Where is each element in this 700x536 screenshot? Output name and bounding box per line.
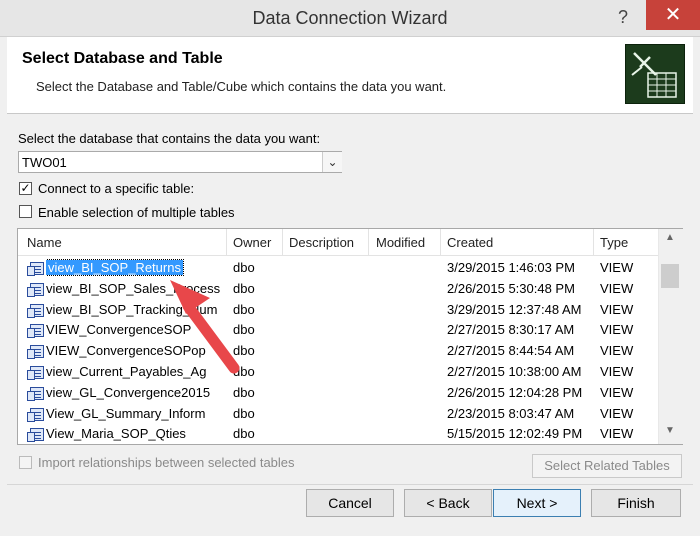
table-cell-type: VIEW: [600, 260, 634, 275]
data-connection-icon: [625, 44, 685, 104]
table-cell-created: 2/26/2015 12:04:28 PM: [447, 385, 583, 400]
table-cell-description: [289, 383, 367, 403]
database-dropdown-value: TWO01: [22, 155, 67, 170]
table-cell-modified: [376, 300, 440, 320]
table-cell-description: [289, 404, 367, 424]
table-cell-type: VIEW: [600, 385, 634, 400]
table-cell-type: VIEW: [600, 343, 634, 358]
database-label-text: Select the database that contains the da…: [18, 131, 321, 146]
table-cell-description: [289, 424, 367, 444]
column-header-created[interactable]: Created: [447, 235, 493, 250]
table-cell-description: [289, 362, 367, 382]
table-cell-owner: dbo: [233, 426, 255, 441]
table-cell-description: [289, 300, 367, 320]
table-view-icon: [27, 283, 44, 297]
table-cell-modified: [376, 362, 440, 382]
table-view-icon: [27, 345, 44, 359]
column-header-type[interactable]: Type: [600, 235, 628, 250]
red-arrow-icon: [170, 280, 240, 374]
table-cell-owner: dbo: [233, 406, 255, 421]
table-cell-description: [289, 320, 367, 340]
table-view-icon: [27, 387, 44, 401]
table-cell-name-text: View_GL_Summary_Inform: [46, 406, 206, 421]
finish-button[interactable]: Finish: [591, 489, 681, 517]
column-divider[interactable]: [440, 229, 441, 255]
table-cell-name[interactable]: View_Maria_SOP_Qties: [46, 424, 222, 444]
header-subtitle: Select the Database and Table/Cube which…: [36, 79, 447, 94]
table-cell-name[interactable]: View_GL_Summary_Inform: [46, 404, 222, 424]
column-header-name[interactable]: Name: [27, 235, 62, 250]
table-cell-modified: [376, 279, 440, 299]
window-title: Data Connection Wizard: [252, 8, 448, 28]
table-cell-name-text: View_Maria_SOP_Qties: [46, 426, 186, 441]
back-button[interactable]: < Back: [404, 489, 492, 517]
enable-multiple-tables-checkbox[interactable]: [19, 205, 32, 218]
table-cell-created: 2/27/2015 8:44:54 AM: [447, 343, 575, 358]
table-view-icon: [27, 366, 44, 380]
help-button[interactable]: ?: [605, 4, 641, 30]
column-divider[interactable]: [368, 229, 369, 255]
scroll-down-icon[interactable]: ▼: [660, 425, 680, 441]
table-view-icon: [27, 324, 44, 338]
table-cell-type: VIEW: [600, 406, 634, 421]
scroll-up-icon[interactable]: ▲: [660, 232, 680, 248]
table-cell-description: [289, 279, 367, 299]
table-cell-modified: [376, 424, 440, 444]
table-cell-type: VIEW: [600, 302, 634, 317]
column-divider[interactable]: [226, 229, 227, 255]
table-view-icon: [27, 304, 44, 318]
header-title: Select Database and Table: [22, 50, 223, 67]
import-relationships-label: Import relationships between selected ta…: [38, 455, 295, 470]
scrollbar-thumb[interactable]: [661, 264, 679, 288]
select-related-tables-button[interactable]: Select Related Tables: [532, 454, 682, 478]
table-cell-created: 2/27/2015 10:38:00 AM: [447, 364, 582, 379]
next-button[interactable]: Next >: [493, 489, 581, 517]
table-cell-created: 5/15/2015 12:02:49 PM: [447, 426, 583, 441]
connect-specific-table-checkbox[interactable]: ✓: [19, 182, 32, 195]
table-cell-type: VIEW: [600, 322, 634, 337]
table-cell-type: VIEW: [600, 426, 634, 441]
connect-specific-table-label[interactable]: Connect to a specific table:: [38, 181, 194, 196]
wizard-header: [7, 37, 693, 114]
cancel-button[interactable]: Cancel: [306, 489, 394, 517]
table-view-icon: [27, 262, 44, 276]
table-cell-type: VIEW: [600, 364, 634, 379]
table-cell-modified: [376, 383, 440, 403]
column-divider[interactable]: [593, 229, 594, 255]
divider: [7, 484, 693, 485]
table-cell-description: [289, 258, 367, 278]
import-relationships-checkbox[interactable]: [19, 456, 32, 469]
close-button[interactable]: ✕: [646, 0, 700, 30]
table-cell-created: 2/26/2015 5:30:48 PM: [447, 281, 575, 296]
table-cell-created: 3/29/2015 1:46:03 PM: [447, 260, 575, 275]
table-cell-modified: [376, 258, 440, 278]
vertical-scrollbar[interactable]: [658, 229, 683, 444]
table-cell-created: 2/23/2015 8:03:47 AM: [447, 406, 575, 421]
database-label: Select the database that contains the da…: [18, 131, 320, 146]
table-cell-modified: [376, 404, 440, 424]
column-header-modified[interactable]: Modified: [376, 235, 425, 250]
table-view-icon: [27, 408, 44, 422]
column-header-description[interactable]: Description: [289, 235, 354, 250]
chevron-down-icon[interactable]: ⌄: [322, 152, 342, 172]
column-divider[interactable]: [282, 229, 283, 255]
table-view-icon: [27, 428, 44, 442]
table-cell-modified: [376, 341, 440, 361]
table-cell-description: [289, 341, 367, 361]
table-cell-type: VIEW: [600, 281, 634, 296]
table-cell-created: 2/27/2015 8:30:17 AM: [447, 322, 575, 337]
column-header-owner[interactable]: Owner: [233, 235, 271, 250]
table-cell-created: 3/29/2015 12:37:48 AM: [447, 302, 582, 317]
table-cell-modified: [376, 320, 440, 340]
enable-multiple-tables-label[interactable]: Enable selection of multiple tables: [38, 205, 235, 220]
